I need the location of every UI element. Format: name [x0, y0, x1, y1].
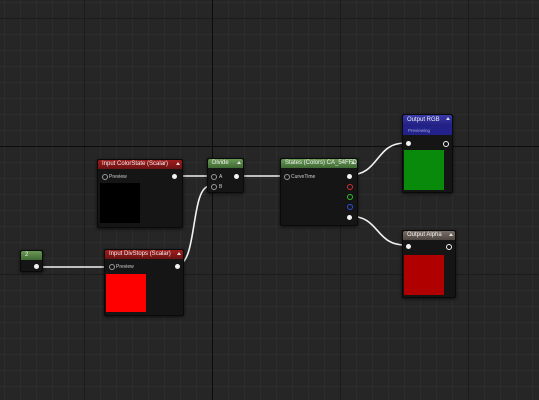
output-alpha-output-pin[interactable] [446, 244, 452, 250]
divide-input-a-pin[interactable] [211, 174, 217, 180]
input-divstops-node[interactable]: Input DivStops (Scalar) Preview [104, 249, 184, 316]
curvetime-label: CurveTime [291, 174, 316, 180]
divide-b-label: B [219, 184, 223, 190]
constant-output-pin[interactable] [34, 264, 39, 269]
output-rgb-preview-swatch [404, 150, 444, 190]
input-colorstate-node[interactable]: Input ColorState (Scalar) Preview [97, 159, 183, 228]
collapse-arrow-icon[interactable] [351, 161, 355, 164]
curve-node[interactable]: States (Colors) CA_54FFD CurveTime [280, 158, 358, 226]
divstops-preview-swatch [106, 274, 146, 312]
preview-input-pin[interactable] [109, 264, 115, 270]
curve-green-output-pin[interactable] [347, 194, 353, 200]
divide-input-b-pin[interactable] [211, 184, 217, 190]
collapse-arrow-icon[interactable] [446, 117, 450, 120]
curve-blue-output-pin[interactable] [347, 204, 353, 210]
input-colorstate-title: Input ColorState (Scalar) [98, 160, 182, 169]
curve-red-output-pin[interactable] [347, 184, 353, 190]
connection-wires [36, 142, 406, 268]
colorstate-preview-swatch [100, 183, 140, 223]
constant-node[interactable]: 2 [20, 250, 43, 272]
output-rgb-node[interactable]: Output RGB Previewing [402, 114, 453, 193]
collapse-arrow-icon[interactable] [237, 161, 241, 164]
output-alpha-title: Output Alpha [403, 231, 455, 240]
previewing-label: Previewing [408, 128, 431, 133]
input-divstops-title: Input DivStops (Scalar) [105, 250, 183, 259]
grid-origin-horizontal-line [0, 146, 539, 147]
curvetime-input-pin[interactable] [284, 174, 290, 180]
output-rgb-input-pin[interactable] [406, 141, 411, 146]
curve-output-pin[interactable] [347, 174, 352, 179]
divide-a-label: A [219, 174, 223, 180]
curve-alpha-output-pin[interactable] [347, 215, 352, 220]
preview-input-pin[interactable] [102, 174, 108, 180]
constant-value: 2 [21, 251, 42, 260]
collapse-arrow-icon[interactable] [449, 233, 453, 236]
grid-origin-vertical-line [212, 0, 213, 400]
output-alpha-preview-swatch [404, 255, 444, 295]
curve-title: States (Colors) CA_54FFD [281, 159, 357, 168]
preview-pin-label: Preview [109, 174, 127, 180]
output-alpha-node[interactable]: Output Alpha [402, 230, 456, 298]
divide-node[interactable]: Divide A B [207, 158, 244, 193]
output-rgb-title: Output RGB [403, 115, 452, 126]
preview-pin-label: Preview [116, 264, 134, 270]
colorstate-output-pin[interactable] [172, 174, 177, 179]
output-alpha-input-pin[interactable] [406, 244, 411, 249]
collapse-arrow-icon[interactable] [177, 252, 181, 255]
divstops-output-pin[interactable] [175, 264, 180, 269]
collapse-arrow-icon[interactable] [176, 162, 180, 165]
output-rgb-output-pin[interactable] [443, 141, 449, 147]
divide-output-pin[interactable] [234, 174, 239, 179]
